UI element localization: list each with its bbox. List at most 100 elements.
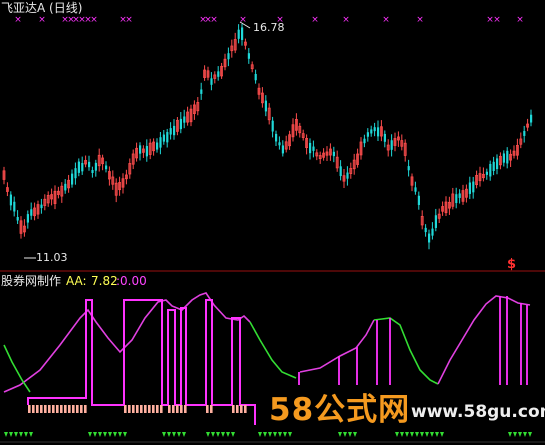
- candle-body: [145, 145, 148, 157]
- candle-body: [139, 145, 142, 154]
- down-arrow-icon: [221, 432, 225, 437]
- candle-body: [169, 128, 172, 135]
- signal-x-marker: ×: [493, 15, 501, 25]
- candle-body: [530, 114, 533, 123]
- down-arrow-icon: [182, 432, 186, 437]
- price-annotations: [24, 21, 251, 259]
- signal-bar: [136, 405, 139, 413]
- high-price-label: 16.78: [253, 21, 285, 34]
- signal-bar: [172, 405, 175, 413]
- signal-bar: [152, 405, 155, 413]
- candle-body: [417, 195, 420, 205]
- down-arrow-icon: [338, 432, 342, 437]
- down-arrow-icon: [108, 432, 112, 437]
- candle-body: [506, 150, 509, 164]
- indicator-title: 股券网制作: [1, 274, 62, 288]
- down-arrow-icon: [98, 432, 102, 437]
- candle-body: [241, 27, 244, 40]
- down-arrow-icon: [19, 432, 23, 437]
- down-arrow-icon: [24, 432, 28, 437]
- signal-bar: [240, 405, 243, 413]
- signal-bar: [28, 405, 31, 413]
- candle-body: [200, 89, 203, 94]
- candle-body: [71, 173, 74, 185]
- signal-bar: [60, 405, 63, 413]
- candle-body: [74, 168, 77, 179]
- down-arrow-icon: [268, 432, 272, 437]
- chart-canvas: × × ×××××× ×× ××× × × × × × × × × ×: [0, 15, 545, 443]
- candle-body: [278, 142, 281, 146]
- signal-x-marker: ×: [14, 15, 22, 25]
- down-arrow-icon: [9, 432, 13, 437]
- down-arrow-icon: [93, 432, 97, 437]
- down-arrow-icon: [172, 432, 176, 437]
- down-arrow-icon: [88, 432, 92, 437]
- signal-bar: [80, 405, 83, 413]
- signal-bar: [206, 405, 209, 413]
- signal-bar: [184, 405, 187, 413]
- secondary-value: :0.00: [116, 274, 147, 288]
- down-arrow-icon: [177, 432, 181, 437]
- down-arrow-icon: [440, 432, 444, 437]
- aa-line-negative: [373, 317, 439, 385]
- down-arrow-icon: [123, 432, 127, 437]
- signal-x-marker: ×: [210, 15, 218, 25]
- candle-body: [363, 138, 366, 144]
- down-arrow-icon: [103, 432, 107, 437]
- signal-bar: [36, 405, 39, 413]
- signal-bar: [148, 405, 151, 413]
- candle-body: [434, 215, 437, 228]
- candle-body: [489, 163, 492, 177]
- down-arrow-icon: [435, 432, 439, 437]
- candle-body: [237, 29, 240, 39]
- signal-bar: [132, 405, 135, 413]
- down-arrow-icon: [348, 432, 352, 437]
- signal-bar: [160, 405, 163, 413]
- signal-bar: [56, 405, 59, 413]
- watermark-brand: 58公式网: [269, 392, 411, 428]
- aa-line-positive: [437, 295, 531, 385]
- signal-bar: [210, 405, 213, 413]
- low-price-label: 11.03: [36, 251, 68, 264]
- signal-x-marker: ×: [516, 15, 524, 25]
- down-arrow-icon: [278, 432, 282, 437]
- signal-x-marker: ×: [416, 15, 424, 25]
- signal-bar: [68, 405, 71, 413]
- down-arrow-icon: [425, 432, 429, 437]
- signal-bar: [236, 405, 239, 413]
- signal-bar: [84, 405, 87, 413]
- signal-x-marker: ×: [382, 15, 390, 25]
- candle-body: [16, 217, 19, 221]
- candle-body: [275, 133, 278, 142]
- down-arrow-icon: [508, 432, 512, 437]
- down-arrow-icon: [29, 432, 33, 437]
- candle-body: [472, 181, 475, 193]
- down-arrow-icon: [395, 432, 399, 437]
- down-arrow-icon: [353, 432, 357, 437]
- signal-bar: [176, 405, 179, 413]
- candle-body: [523, 130, 526, 136]
- down-arrow-icon: [288, 432, 292, 437]
- signal-bar: [44, 405, 47, 413]
- down-arrow-icon: [226, 432, 230, 437]
- chart-title: 飞亚达A (日线): [1, 1, 83, 15]
- down-arrow-icon: [528, 432, 532, 437]
- down-arrow-icon: [216, 432, 220, 437]
- candle-body: [9, 194, 12, 206]
- candle-body: [30, 209, 33, 216]
- signal-bar: [124, 405, 127, 413]
- candle-body: [339, 166, 342, 177]
- down-arrow-icon: [400, 432, 404, 437]
- down-arrow-icon: [410, 432, 414, 437]
- candle-body: [281, 145, 284, 154]
- candle-body: [162, 134, 165, 142]
- signal-bar: [40, 405, 43, 413]
- candle-body: [377, 127, 380, 137]
- candle-body: [390, 140, 393, 150]
- down-arrow-icon: [263, 432, 267, 437]
- down-arrow-icon: [273, 432, 277, 437]
- candle-body: [309, 142, 312, 154]
- candle-body: [105, 165, 108, 170]
- down-arrow-icon: [430, 432, 434, 437]
- down-arrow-icon: [113, 432, 117, 437]
